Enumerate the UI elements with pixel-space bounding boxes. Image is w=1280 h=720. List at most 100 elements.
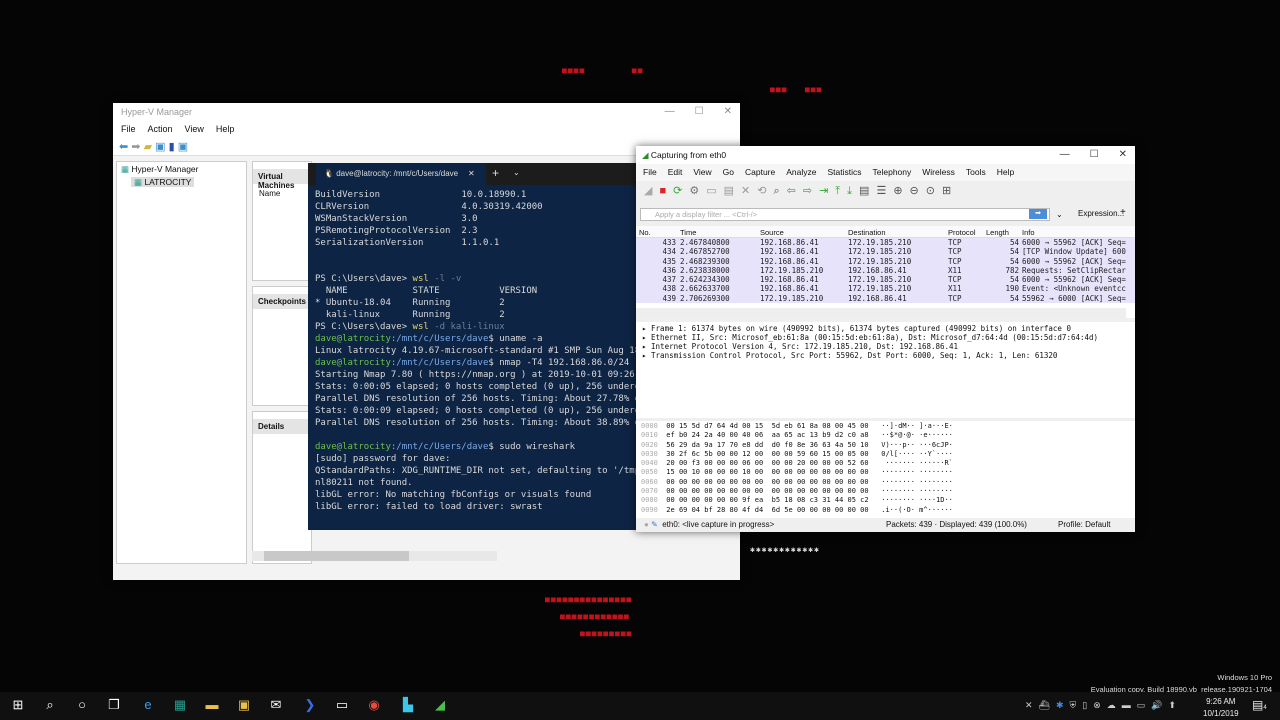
autoscroll-icon[interactable]: ▤	[859, 185, 876, 197]
menu-wireless[interactable]: Wireless	[922, 167, 955, 177]
detail-tree-item[interactable]: ▸ Frame 1: 61374 bytes on wire (490992 b…	[642, 324, 1129, 333]
hex-row[interactable]: 0000 00 15 5d d7 64 4d 00 15 5d eb 61 8a…	[641, 422, 1130, 431]
expression-button[interactable]: Expression...	[1078, 209, 1124, 218]
explorer-icon[interactable]: ▬	[204, 697, 220, 713]
pane-icon[interactable]: ▣	[178, 141, 188, 153]
clock[interactable]: 9:26 AM 10/1/2019	[1203, 696, 1239, 720]
hex-row[interactable]: 0020 56 29 da 9a 17 70 e8 dd d0 f0 8e 36…	[641, 441, 1130, 450]
resize-columns-icon[interactable]: ⊞	[942, 185, 958, 197]
menu-view[interactable]: View	[185, 124, 204, 134]
back-icon[interactable]: ⬅	[119, 141, 128, 153]
column-header-protocol[interactable]: Protocol	[948, 228, 976, 237]
back-icon[interactable]: ⇦	[787, 185, 803, 197]
packet-row[interactable]: 436 2.623838000 172.19.185.210 192.168.86.4…	[636, 265, 1135, 276]
options-icon[interactable]: ⚙	[689, 185, 706, 197]
hex-row[interactable]: 0050 15 00 10 00 00 00 10 00 00 00 00 00…	[641, 468, 1130, 477]
mail-icon[interactable]: ✉	[268, 697, 284, 713]
colorize-icon[interactable]: ☰	[876, 185, 893, 197]
hex-row[interactable]: 0010 ef b0 24 2a 40 00 40 06 aa 65 ac 13…	[641, 431, 1130, 440]
terminal-tab[interactable]: 🐧 dave@latrocity: /mnt/c/Users/dave	[316, 163, 486, 185]
menu-capture[interactable]: Capture	[745, 167, 775, 177]
expert-info-icon[interactable]: ●	[644, 520, 649, 529]
capture-comment-icon[interactable]: ✎	[651, 520, 658, 529]
chrome-icon[interactable]: ◉	[366, 697, 382, 713]
tree-item-latrocity[interactable]: ▦ LATROCITY	[131, 177, 195, 187]
close-file-icon[interactable]: ✕	[741, 185, 757, 197]
terminal-icon[interactable]: ▭	[334, 697, 350, 713]
menu-edit[interactable]: Edit	[668, 167, 683, 177]
column-header-no[interactable]: No.	[639, 228, 651, 237]
notifications-icon[interactable]: ▤4	[1252, 698, 1267, 712]
packet-row[interactable]: 433 2.467840800 192.168.86.41 172.19.185.21…	[636, 238, 1135, 248]
packet-row[interactable]: 435 2.468239300 192.168.86.41 172.19.185.21…	[636, 256, 1135, 266]
column-header-time[interactable]: Time	[680, 228, 696, 237]
stop-capture-icon[interactable]: ■	[659, 185, 673, 197]
open-icon[interactable]: ▭	[706, 185, 723, 197]
column-header-source[interactable]: Source	[760, 228, 784, 237]
menu-analyze[interactable]: Analyze	[786, 167, 816, 177]
name-column[interactable]: Name	[259, 189, 280, 198]
hyperv-taskbar-icon[interactable]: ▦	[172, 697, 188, 713]
maximize-button[interactable]: ☐	[1090, 149, 1099, 160]
horizontal-scrollbar[interactable]	[252, 551, 497, 561]
packet-row[interactable]: 439 2.706269300 172.19.185.210 192.168.86.4…	[636, 293, 1135, 304]
zoom-reset-icon[interactable]: ⊙	[926, 185, 942, 197]
menu-go[interactable]: Go	[723, 167, 734, 177]
hex-row[interactable]: 0080 00 00 00 00 00 00 9f ea b5 18 08 c3…	[641, 496, 1130, 505]
pane-icon[interactable]: ▣	[155, 141, 165, 153]
restart-capture-icon[interactable]: ⟳	[673, 185, 689, 197]
menu-tools[interactable]: Tools	[966, 167, 986, 177]
wireshark-taskbar-icon[interactable]: ◢	[432, 697, 448, 713]
hex-row[interactable]: 0070 00 00 00 00 00 00 00 00 00 00 00 00…	[641, 487, 1130, 496]
packet-row[interactable]: 437 2.624234300 192.168.86.41 172.19.185.21…	[636, 275, 1135, 285]
hex-row[interactable]: 0030 30 2f 6c 5b 00 00 12 00 00 00 59 60…	[641, 450, 1130, 459]
maximize-button[interactable]: ☐	[695, 106, 704, 117]
cortana-icon[interactable]: ○	[74, 697, 90, 713]
detail-tree-item[interactable]: ▸ Transmission Control Protocol, Src Por…	[642, 351, 1129, 360]
status-profile[interactable]: Profile: Default	[1058, 520, 1110, 529]
apply-filter-button[interactable]: ➡	[1029, 209, 1047, 219]
first-icon[interactable]: ⤒	[835, 185, 847, 197]
zoom-in-icon[interactable]: ⊕	[893, 185, 909, 197]
hex-row[interactable]: 0040 20 00 f3 00 00 00 06 00 00 00 20 00…	[641, 459, 1130, 468]
menu-help[interactable]: Help	[216, 124, 235, 134]
column-header-length[interactable]: Length	[986, 228, 1009, 237]
packet-list-hscroll[interactable]	[636, 308, 1126, 318]
packet-row[interactable]: 438 2.662633700 192.168.86.41 172.19.185.21…	[636, 284, 1135, 294]
add-filter-button[interactable]: +	[1120, 207, 1126, 218]
folder-icon[interactable]: ▰	[144, 141, 152, 153]
close-tab-icon[interactable]: ✕	[468, 169, 475, 178]
menu-help[interactable]: Help	[997, 167, 1014, 177]
powershell-icon[interactable]: ❯	[302, 697, 318, 713]
tree-root[interactable]: ▦ Hyper-V Manager	[117, 162, 246, 177]
minimize-button[interactable]: —	[1060, 149, 1070, 160]
forward-icon[interactable]: ⇨	[803, 185, 819, 197]
edge-icon[interactable]: e	[140, 697, 156, 713]
new-tab-button[interactable]: +	[492, 166, 499, 180]
column-header-info[interactable]: Info	[1022, 228, 1035, 237]
column-header-destination[interactable]: Destination	[848, 228, 886, 237]
task-view-icon[interactable]: ❐	[106, 697, 122, 713]
display-filter-input[interactable]: Apply a display filter ... <Ctrl-/> ➡	[640, 208, 1050, 221]
menu-telephony[interactable]: Telephony	[873, 167, 912, 177]
help-icon[interactable]: ▮	[169, 141, 175, 153]
hex-row[interactable]: 0060 00 00 00 00 00 00 00 00 00 00 00 00…	[641, 478, 1130, 487]
packet-row[interactable]: 434 2.467852700 192.168.86.41 172.19.185.21…	[636, 247, 1135, 257]
zoom-out-icon[interactable]: ⊖	[910, 185, 926, 197]
detail-tree-item[interactable]: ▸ Internet Protocol Version 4, Src: 172.…	[642, 342, 1129, 351]
minimize-button[interactable]: —	[665, 106, 675, 117]
start-capture-icon[interactable]: ◢	[644, 185, 659, 197]
reload-icon[interactable]: ⟲	[757, 185, 773, 197]
close-button[interactable]: ✕	[1119, 149, 1127, 160]
menu-file[interactable]: File	[643, 167, 657, 177]
menu-action[interactable]: Action	[148, 124, 173, 134]
close-button[interactable]: ✕	[724, 106, 732, 117]
goto-icon[interactable]: ⇥	[819, 185, 835, 197]
menu-file[interactable]: File	[121, 124, 136, 134]
menu-statistics[interactable]: Statistics	[827, 167, 861, 177]
start-icon[interactable]: ⊞	[10, 697, 26, 713]
detail-tree-item[interactable]: ▸ Ethernet II, Src: Microsof_eb:61:8a (0…	[642, 333, 1129, 342]
filter-dropdown-icon[interactable]: ⌄	[1056, 210, 1063, 219]
search-icon[interactable]: ⌕	[42, 697, 58, 713]
save-icon[interactable]: ▤	[724, 185, 741, 197]
